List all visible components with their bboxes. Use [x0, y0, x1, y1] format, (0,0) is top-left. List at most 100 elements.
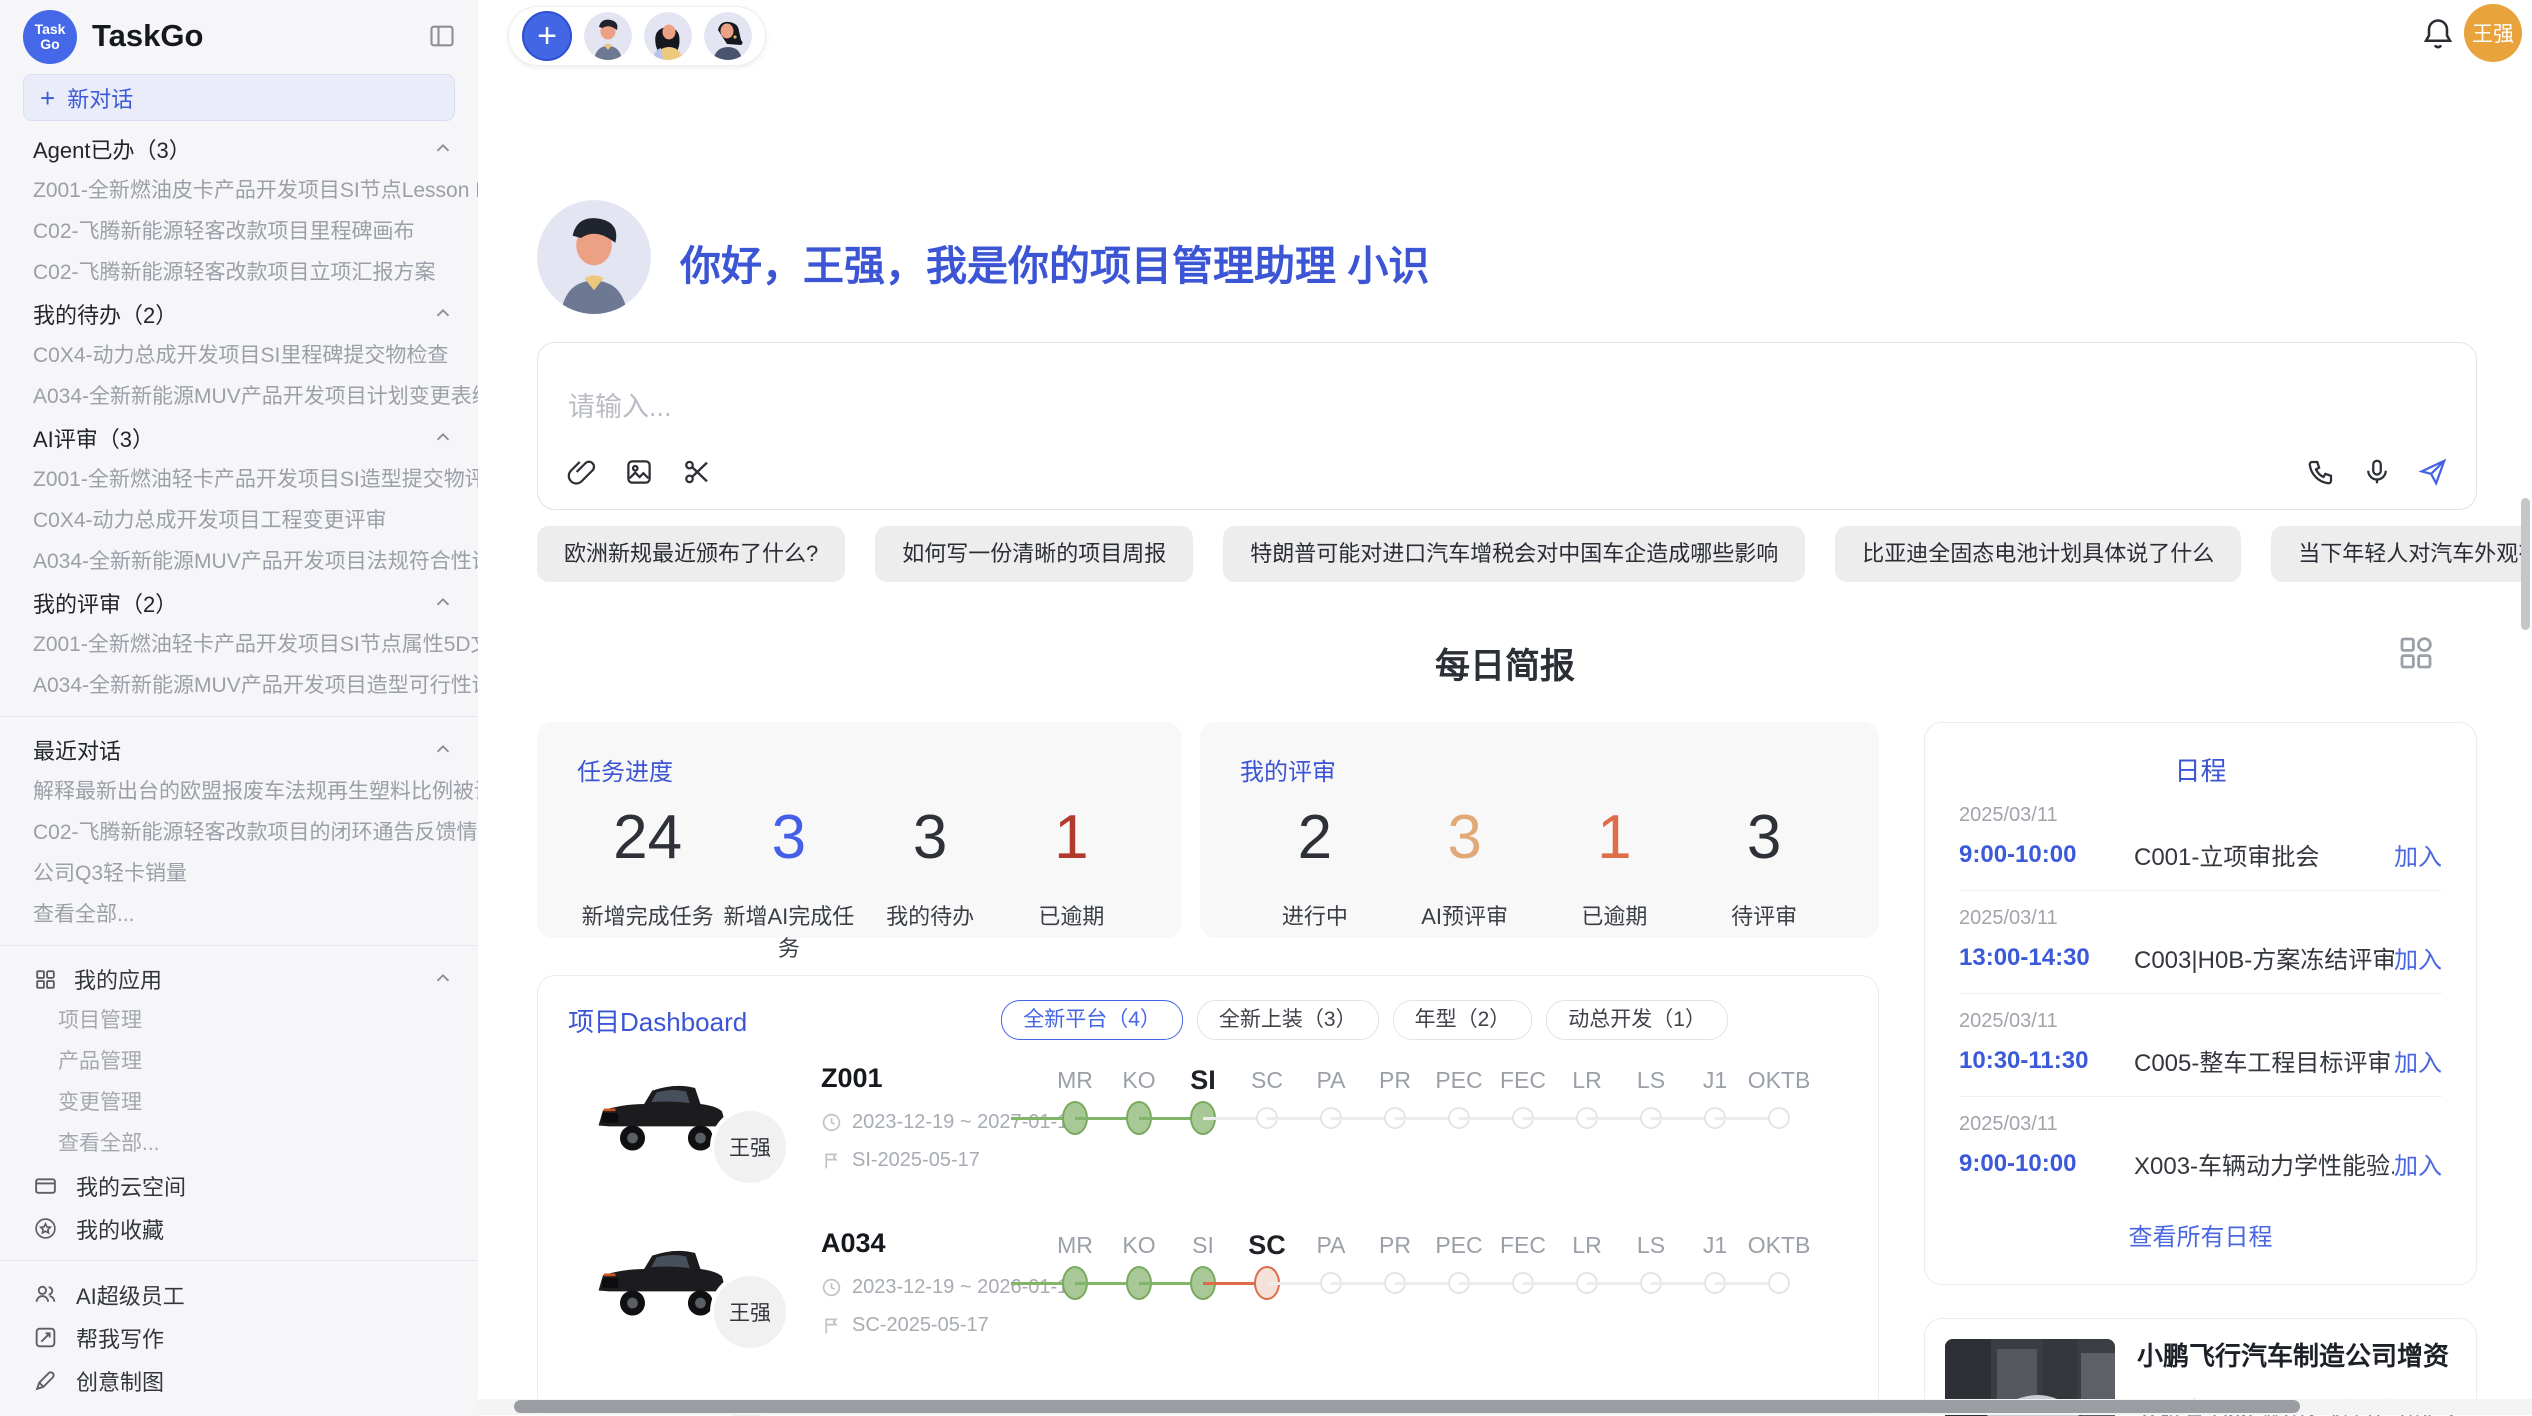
milestone[interactable]: LS	[1619, 1226, 1683, 1306]
sidebar-item-help-write[interactable]: 帮我写作	[0, 1316, 478, 1359]
vertical-scrollbar-thumb[interactable]	[2521, 498, 2530, 630]
sidebar-item-ai-staff[interactable]: AI超级员工	[0, 1273, 478, 1316]
event-time: 13:00-14:30	[1959, 944, 2134, 972]
milestone[interactable]: SI	[1171, 1226, 1235, 1306]
dashboard-tab[interactable]: 动总开发（1）	[1546, 1000, 1728, 1040]
sidebar-section-header[interactable]: AI评审（3）	[0, 417, 478, 459]
sidebar-section-header[interactable]: 我的评审（2）	[0, 582, 478, 624]
attach-icon[interactable]	[566, 457, 596, 487]
recent-chat-item[interactable]: 解释最新出台的欧盟报废车法规再生塑料比例被调至15%...	[0, 771, 478, 812]
sidebar-item-creative-draw[interactable]: 创意制图	[0, 1359, 478, 1402]
stats-card-title[interactable]: 我的评审	[1240, 752, 1839, 787]
chevron-up-icon[interactable]	[432, 968, 454, 990]
milestone[interactable]: J1	[1683, 1226, 1747, 1306]
agent-avatar-2[interactable]	[644, 12, 692, 60]
view-all-schedule-link[interactable]: 查看所有日程	[1959, 1217, 2442, 1252]
microphone-icon[interactable]	[2362, 457, 2392, 487]
project-row[interactable]: 王强 A034 2023-12-19 ~ 2026-01-19	[538, 1226, 1880, 1386]
sidebar-item[interactable]: Z001-全新燃油轻卡产品开发项目SI节点属性5D文件评审	[0, 624, 478, 665]
milestone[interactable]: OKTB	[1747, 1226, 1811, 1306]
add-agent-button[interactable]: +	[522, 11, 572, 61]
milestone[interactable]: FEC	[1491, 1061, 1555, 1141]
milestone[interactable]: LR	[1555, 1226, 1619, 1306]
milestone[interactable]: LR	[1555, 1061, 1619, 1141]
suggestion-chip[interactable]: 特朗普可能对进口汽车增税会对中国车企造成哪些影响	[1223, 526, 1805, 582]
recent-chat-item[interactable]: 查看全部...	[0, 894, 478, 935]
collapse-sidebar-icon[interactable]	[428, 22, 456, 50]
my-apps-header[interactable]: 我的应用	[0, 958, 478, 1000]
milestone[interactable]: MR	[1043, 1226, 1107, 1306]
sidebar-item[interactable]: Z001-全新燃油轻卡产品开发项目SI造型提交物评审	[0, 459, 478, 500]
sidebar-item-favorites[interactable]: 我的收藏	[0, 1207, 478, 1250]
event-join-link[interactable]: 加入	[2394, 1146, 2442, 1181]
event-join-link[interactable]: 加入	[2394, 940, 2442, 975]
sidebar-item[interactable]: Z001-全新燃油皮卡产品开发项目SI节点Lesson Learn报告	[0, 170, 478, 211]
chevron-up-icon[interactable]	[432, 592, 454, 614]
suggestion-chip[interactable]: 如何写一份清晰的项目周报	[875, 526, 1193, 582]
dashboard-tab[interactable]: 全新平台（4）	[1001, 1000, 1183, 1040]
chevron-up-icon[interactable]	[432, 138, 454, 160]
milestone[interactable]: PEC	[1427, 1061, 1491, 1141]
milestone[interactable]: LS	[1619, 1061, 1683, 1141]
user-avatar[interactable]: 王强	[2464, 4, 2522, 62]
milestone[interactable]: MR	[1043, 1061, 1107, 1141]
app-subitem[interactable]: 项目管理	[0, 1000, 478, 1041]
sidebar-item[interactable]: A034-全新新能源MUV产品开发项目法规符合性评审	[0, 541, 478, 582]
sidebar-item-cloud-space[interactable]: 我的云空间	[0, 1164, 478, 1207]
milestone[interactable]: SI	[1171, 1061, 1235, 1141]
milestone[interactable]: J1	[1683, 1061, 1747, 1141]
milestone[interactable]: PA	[1299, 1226, 1363, 1306]
send-icon[interactable]	[2418, 457, 2448, 487]
chat-input[interactable]	[566, 391, 1970, 424]
milestone[interactable]: SC	[1235, 1061, 1299, 1141]
agent-avatar-3[interactable]	[704, 12, 752, 60]
horizontal-scrollbar-thumb[interactable]	[514, 1400, 2300, 1413]
sidebar-item[interactable]: C02-飞腾新能源轻客改款项目立项汇报方案	[0, 252, 478, 293]
milestone[interactable]: SC	[1235, 1226, 1299, 1306]
app-subitem[interactable]: 变更管理	[0, 1082, 478, 1123]
schedule-title[interactable]: 日程	[1959, 751, 2442, 788]
chevron-up-icon[interactable]	[432, 427, 454, 449]
milestone[interactable]: PA	[1299, 1061, 1363, 1141]
milestone[interactable]: OKTB	[1747, 1061, 1811, 1141]
sidebar-item[interactable]: C0X4-动力总成开发项目SI里程碑提交物检查	[0, 335, 478, 376]
app-subitem[interactable]: 查看全部...	[0, 1123, 478, 1164]
milestone[interactable]: PEC	[1427, 1226, 1491, 1306]
sidebar-item[interactable]: A034-全新新能源MUV产品开发项目计划变更表编写	[0, 376, 478, 417]
agent-avatar-1[interactable]	[584, 12, 632, 60]
recent-chat-item[interactable]: C02-飞腾新能源轻客改款项目的闭环通告反馈情况	[0, 812, 478, 853]
sidebar-item[interactable]: C0X4-动力总成开发项目工程变更评审	[0, 500, 478, 541]
milestone[interactable]: KO	[1107, 1061, 1171, 1141]
project-code[interactable]: Z001	[821, 1063, 883, 1094]
recent-chats-header[interactable]: 最近对话	[0, 729, 478, 771]
milestone[interactable]: PR	[1363, 1061, 1427, 1141]
milestone[interactable]: KO	[1107, 1226, 1171, 1306]
sidebar-section-header[interactable]: 我的待办（2）	[0, 293, 478, 335]
brief-layout-icon[interactable]	[2395, 632, 2437, 674]
suggestion-chip[interactable]: 当下年轻人对汽车外观有怎样的喜好趋势	[2271, 526, 2527, 582]
voice-call-icon[interactable]	[2306, 457, 2336, 487]
project-row[interactable]: 王强 Z001 2023-12-19 ~ 2027-01-19	[538, 1061, 1880, 1221]
image-icon[interactable]	[624, 457, 654, 487]
new-chat-button[interactable]: + 新对话	[23, 74, 455, 121]
milestone[interactable]: PR	[1363, 1226, 1427, 1306]
recent-chat-item[interactable]: 公司Q3轻卡销量	[0, 853, 478, 894]
milestone[interactable]: FEC	[1491, 1226, 1555, 1306]
sidebar-item[interactable]: C02-飞腾新能源轻客改款项目里程碑画布	[0, 211, 478, 252]
chevron-up-icon[interactable]	[432, 303, 454, 325]
project-code[interactable]: A034	[821, 1228, 886, 1259]
stats-card-title[interactable]: 任务进度	[577, 752, 1142, 787]
dashboard-title[interactable]: 项目Dashboard	[568, 1002, 747, 1039]
suggestion-chip[interactable]: 比亚迪全固态电池计划具体说了什么	[1835, 526, 2241, 582]
notifications-bell-icon[interactable]	[2420, 16, 2456, 52]
sidebar-item[interactable]: A034-全新新能源MUV产品开发项目造型可行性评审	[0, 665, 478, 706]
chevron-up-icon[interactable]	[432, 739, 454, 761]
suggestion-chip[interactable]: 欧洲新规最近颁布了什么?	[537, 526, 845, 582]
sidebar-section-header[interactable]: Agent已办（3）	[0, 128, 478, 170]
event-join-link[interactable]: 加入	[2394, 1043, 2442, 1078]
dashboard-tab[interactable]: 年型（2）	[1393, 1000, 1533, 1040]
scissors-icon[interactable]	[682, 457, 712, 487]
app-subitem[interactable]: 产品管理	[0, 1041, 478, 1082]
dashboard-tab[interactable]: 全新上装（3）	[1197, 1000, 1379, 1040]
event-join-link[interactable]: 加入	[2394, 837, 2442, 872]
